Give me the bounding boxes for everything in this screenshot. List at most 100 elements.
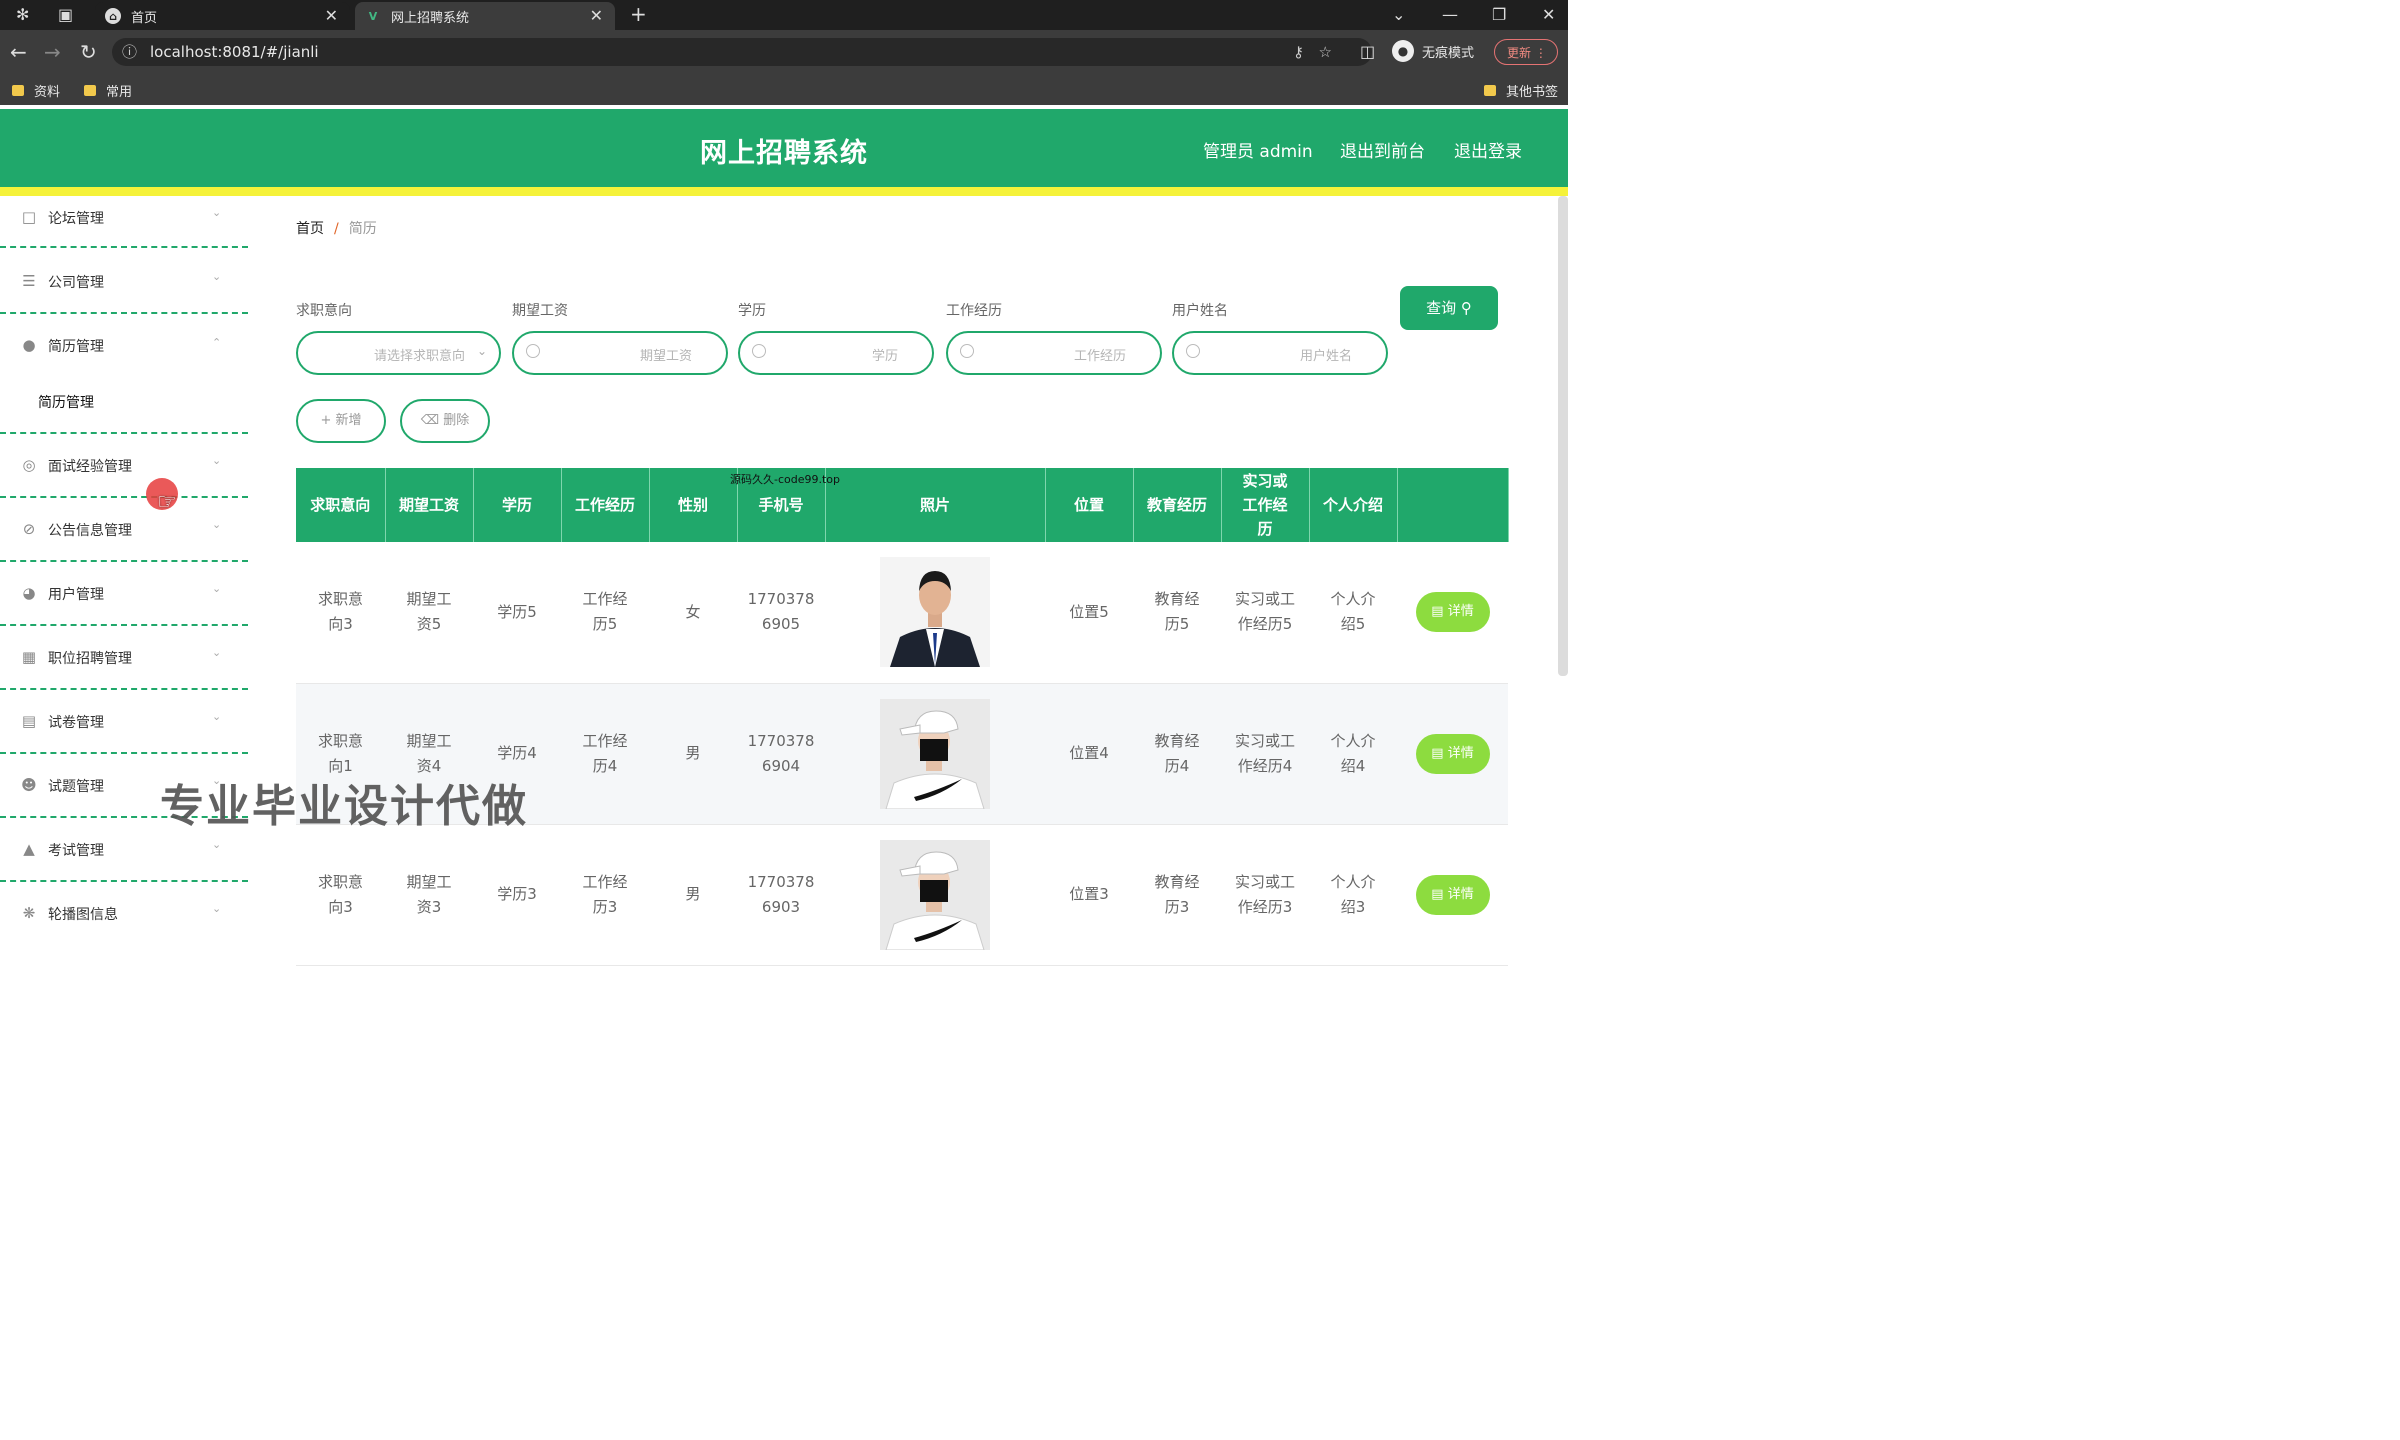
chevron-down-icon: ⌄ <box>212 902 222 915</box>
trash-icon: ⌫ <box>420 413 440 428</box>
sidebar-item-company[interactable]: ☰ 公司管理 ⌄ <box>0 248 248 314</box>
globe-icon: ⌂ <box>105 8 121 24</box>
folder-icon <box>1484 85 1496 96</box>
tab-search-icon[interactable]: ▣ <box>58 5 73 24</box>
search-icon <box>526 344 540 358</box>
th-actions <box>1397 468 1509 542</box>
work-input[interactable]: 工作经历 <box>946 331 1162 375</box>
th-position: 位置 <box>1045 468 1134 542</box>
sidebar-item-resume[interactable]: ● 简历管理 ⌃ <box>0 314 248 376</box>
sidebar-item-carousel[interactable]: ❋ 轮播图信息 ⌄ <box>0 882 248 941</box>
th-education: 学历 <box>473 468 562 542</box>
filter-label-work: 工作经历 <box>946 303 1002 319</box>
vue-icon: V <box>368 9 378 23</box>
update-button[interactable]: 更新 ⋮ <box>1494 39 1558 65</box>
salary-input[interactable]: 期望工资 <box>512 331 728 375</box>
chevron-down-icon[interactable]: ⌄ <box>1392 5 1405 24</box>
table-row[interactable]: 求职意向3 期望工资5 学历5 工作经历5 女 17703786905 位置5 … <box>296 542 1508 684</box>
dial-icon: ❋ <box>22 904 36 922</box>
username-input[interactable]: 用户姓名 <box>1172 331 1388 375</box>
bookmark-label: 常用 <box>106 85 133 100</box>
chart-icon: ▲ <box>23 840 35 858</box>
education-input[interactable]: 学历 <box>738 331 934 375</box>
close-icon[interactable]: ✕ <box>590 6 603 25</box>
restore-icon[interactable]: ❐ <box>1492 5 1506 24</box>
intent-select[interactable]: 请选择求职意向 ⌄ <box>296 331 501 375</box>
cap-man-photo[interactable] <box>880 698 990 809</box>
bell-off-icon: ⊘ <box>22 520 36 538</box>
logout-link[interactable]: 退出登录 <box>1454 137 1522 162</box>
minimize-icon[interactable]: — <box>1442 5 1458 24</box>
watermark-label: 源码久久-code99.top <box>730 473 841 486</box>
search-icon: ⚲ <box>1460 299 1472 317</box>
detail-button[interactable]: ▤ 详情 <box>1415 874 1490 915</box>
overlay-banner-text: 专业毕业设计代做 <box>160 781 528 832</box>
chevron-down-icon: ⌄ <box>212 270 222 283</box>
close-icon[interactable]: ✕ <box>325 6 338 25</box>
chevron-down-icon: ⌄ <box>212 518 222 531</box>
app-title: 网上招聘系统 <box>700 138 868 169</box>
detail-button[interactable]: ▤ 详情 <box>1415 733 1490 774</box>
compass-icon: ◕ <box>22 584 36 602</box>
other-bookmarks[interactable]: 其他书签 <box>1484 81 1558 100</box>
sidebar-item-papers[interactable]: ▤ 试卷管理 ⌄ <box>0 690 248 754</box>
grid-icon: ▦ <box>21 648 37 666</box>
detail-button[interactable]: ▤ 详情 <box>1415 592 1490 633</box>
table-row[interactable]: 求职意向3 期望工资3 学历3 工作经历3 男 17703786903 位置3 … <box>296 824 1508 966</box>
th-work: 工作经历 <box>561 468 650 542</box>
back-to-front-link[interactable]: 退出到前台 <box>1340 137 1425 162</box>
info-icon[interactable]: ⓘ <box>122 38 137 66</box>
query-button[interactable]: 查询 ⚲ <box>1400 286 1498 330</box>
tab-home[interactable]: ⌂ 首页 ✕ <box>95 2 350 30</box>
star-icon[interactable]: ☆ <box>1319 38 1332 66</box>
sidebar-item-user[interactable]: ◕ 用户管理 ⌄ <box>0 562 248 626</box>
sidebar-item-interview[interactable]: ◎ 面试经验管理 ⌄ <box>0 434 248 498</box>
new-tab-icon[interactable]: + <box>630 2 647 26</box>
incognito-icon: ● <box>1392 40 1414 62</box>
tab-recruit-system[interactable]: V 网上招聘系统 ✕ <box>355 2 615 30</box>
chevron-down-icon: ⌄ <box>212 838 222 851</box>
suit-man-photo[interactable] <box>880 557 990 668</box>
table-header-row: 求职意向 期望工资 学历 工作经历 性别 手机号 照片 位置 教育经历 实习或工… <box>296 468 1509 542</box>
th-education-history: 教育经历 <box>1133 468 1222 542</box>
sidebar-item-forum[interactable]: □ 论坛管理 ⌄ <box>0 196 248 248</box>
chevron-up-icon: ⌃ <box>212 336 222 349</box>
app-header: 网上招聘系统 管理员 admin 退出到前台 退出登录 <box>0 109 1568 187</box>
th-intent: 求职意向 <box>296 468 386 542</box>
th-salary: 期望工资 <box>385 468 474 542</box>
incognito-indicator[interactable]: ● 无痕模式 <box>1392 40 1474 62</box>
search-icon <box>960 344 974 358</box>
chevron-down-icon: ⌄ <box>476 344 487 358</box>
sidebar-item-jobs[interactable]: ▦ 职位招聘管理 ⌄ <box>0 626 248 690</box>
filter-label-education: 学历 <box>738 303 766 319</box>
forward-icon[interactable]: → <box>44 40 61 64</box>
back-icon[interactable]: ← <box>10 40 27 64</box>
url-field[interactable]: ⓘ localhost:8081/#/jianli ⚷ ☆ <box>112 38 1372 66</box>
delete-button[interactable]: ⌫ 删除 <box>400 399 490 443</box>
folder-icon <box>12 85 24 96</box>
target-icon: ◎ <box>22 456 36 474</box>
browser-menu-icon[interactable]: ✻ <box>16 5 29 24</box>
key-icon[interactable]: ⚷ <box>1293 38 1304 66</box>
forum-icon: □ <box>21 208 37 226</box>
bookmark-label: 其他书签 <box>1506 85 1559 100</box>
url-text: localhost:8081/#/jianli <box>150 43 319 61</box>
breadcrumb-home[interactable]: 首页 <box>296 221 324 237</box>
bookmark-folder[interactable]: 常用 <box>84 81 132 100</box>
submenu-resume-manage[interactable]: 简历管理 <box>0 376 248 434</box>
add-button[interactable]: + 新增 <box>296 399 386 443</box>
cap-man-photo[interactable] <box>880 839 990 950</box>
bookmark-label: 资料 <box>34 85 61 100</box>
vertical-scrollbar[interactable] <box>1558 196 1568 676</box>
tab-label: 首页 <box>131 10 158 26</box>
plus-icon: + <box>320 413 332 428</box>
sidebar-item-notice[interactable]: ⊘ 公告信息管理 ⌄ <box>0 498 248 562</box>
bookmark-folder[interactable]: 资料 <box>12 81 60 100</box>
window-close-icon[interactable]: ✕ <box>1542 5 1555 24</box>
sidepanel-icon[interactable]: ◫ <box>1360 40 1375 64</box>
filter-label-intent: 求职意向 <box>296 303 352 319</box>
tab-label: 网上招聘系统 <box>391 10 470 26</box>
reload-icon[interactable]: ↻ <box>80 40 97 64</box>
filter-label-salary: 期望工资 <box>512 303 568 319</box>
resume-table: 求职意向 期望工资 学历 工作经历 性别 手机号 照片 位置 教育经历 实习或工… <box>296 468 1509 966</box>
